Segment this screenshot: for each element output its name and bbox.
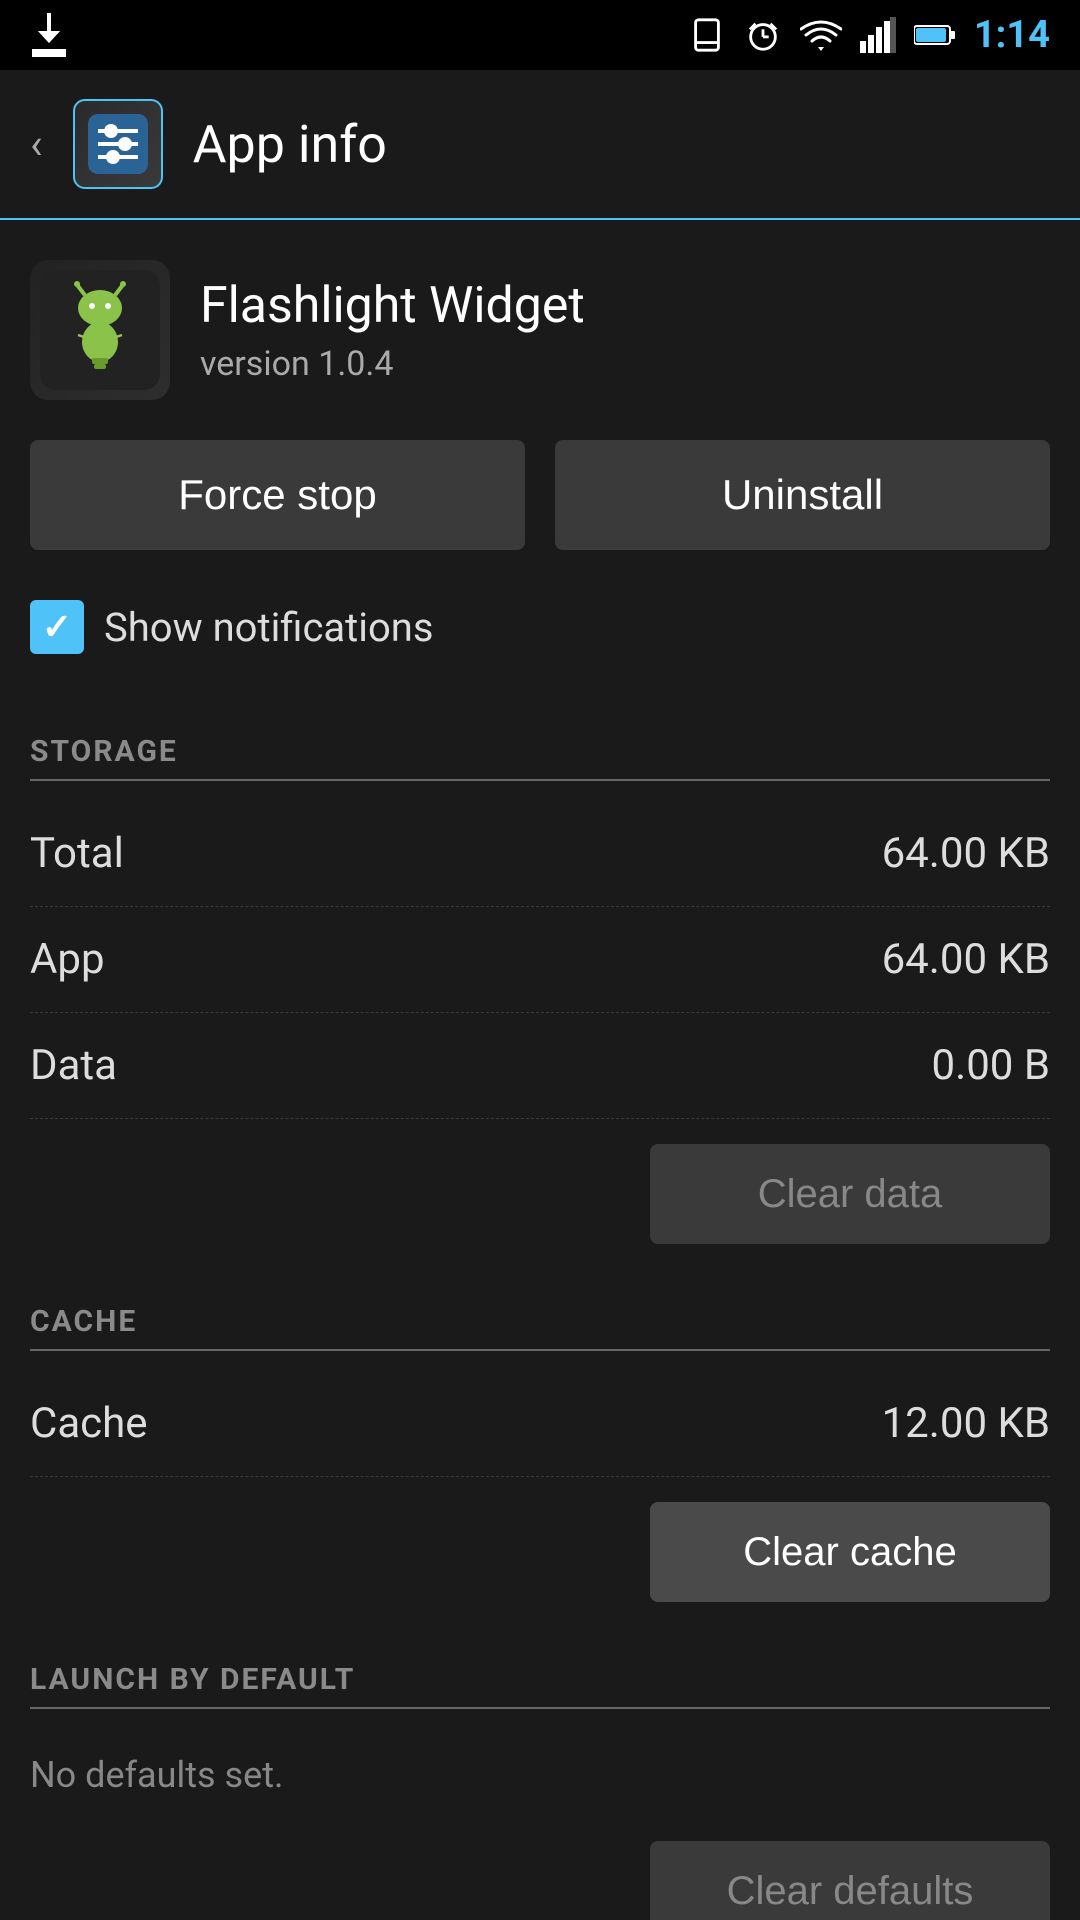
no-defaults-text: No defaults set. [30, 1729, 1050, 1816]
launch-default-section-header: LAUNCH BY DEFAULT [30, 1642, 1050, 1707]
rotate-icon [688, 16, 726, 54]
storage-app-value: 64.00 KB [882, 935, 1050, 984]
status-left-icons [30, 13, 68, 57]
storage-total-value: 64.00 KB [882, 829, 1050, 878]
download-icon [30, 13, 68, 57]
storage-total-label: Total [30, 829, 124, 878]
storage-total-row: Total 64.00 KB [30, 801, 1050, 907]
force-stop-button[interactable]: Force stop [30, 440, 525, 550]
cache-divider [30, 1349, 1050, 1351]
app-info-text: Flashlight Widget version 1.0.4 [200, 276, 585, 384]
settings-icon [83, 109, 153, 179]
action-bar: ‹ App info [0, 70, 1080, 220]
content-area: Flashlight Widget version 1.0.4 Force st… [0, 220, 1080, 1920]
storage-data-label: Data [30, 1041, 117, 1090]
battery-icon [914, 16, 956, 54]
notifications-checkbox[interactable]: ✓ [30, 600, 84, 654]
clear-data-button[interactable]: Clear data [650, 1144, 1050, 1244]
storage-data-value: 0.00 B [932, 1041, 1050, 1090]
cache-value: 12.00 KB [882, 1399, 1050, 1448]
uninstall-button[interactable]: Uninstall [555, 440, 1050, 550]
status-right-icons: 1:14 [688, 13, 1050, 57]
action-buttons-row: Force stop Uninstall [30, 440, 1050, 550]
status-bar: 1:14 [0, 0, 1080, 70]
app-name: Flashlight Widget [200, 276, 585, 336]
page-title: App info [193, 114, 387, 175]
status-time: 1:14 [974, 13, 1050, 57]
launch-default-divider [30, 1707, 1050, 1709]
storage-divider [30, 779, 1050, 781]
clear-data-row: Clear data [30, 1119, 1050, 1284]
storage-app-label: App [30, 935, 105, 984]
app-version: version 1.0.4 [200, 344, 585, 384]
app-icon-small [73, 99, 163, 189]
notifications-row[interactable]: ✓ Show notifications [30, 590, 1050, 664]
cache-row: Cache 12.00 KB [30, 1371, 1050, 1477]
wifi-icon [800, 16, 842, 54]
clear-cache-button[interactable]: Clear cache [650, 1502, 1050, 1602]
flashlight-app-icon [40, 270, 160, 390]
app-icon-large [30, 260, 170, 400]
cache-section-header: CACHE [30, 1284, 1050, 1349]
clear-defaults-button[interactable]: Clear defaults [650, 1841, 1050, 1920]
clear-defaults-row: Clear defaults [30, 1816, 1050, 1920]
notifications-label: Show notifications [104, 604, 434, 651]
alarm-icon [744, 16, 782, 54]
checkmark-icon: ✓ [42, 606, 72, 648]
back-button[interactable]: ‹ [30, 120, 43, 169]
signal-icon [860, 16, 896, 54]
storage-app-row: App 64.00 KB [30, 907, 1050, 1013]
app-header: Flashlight Widget version 1.0.4 [30, 220, 1050, 440]
storage-section-header: STORAGE [30, 714, 1050, 779]
cache-label: Cache [30, 1399, 148, 1448]
storage-data-row: Data 0.00 B [30, 1013, 1050, 1119]
clear-cache-row: Clear cache [30, 1477, 1050, 1642]
